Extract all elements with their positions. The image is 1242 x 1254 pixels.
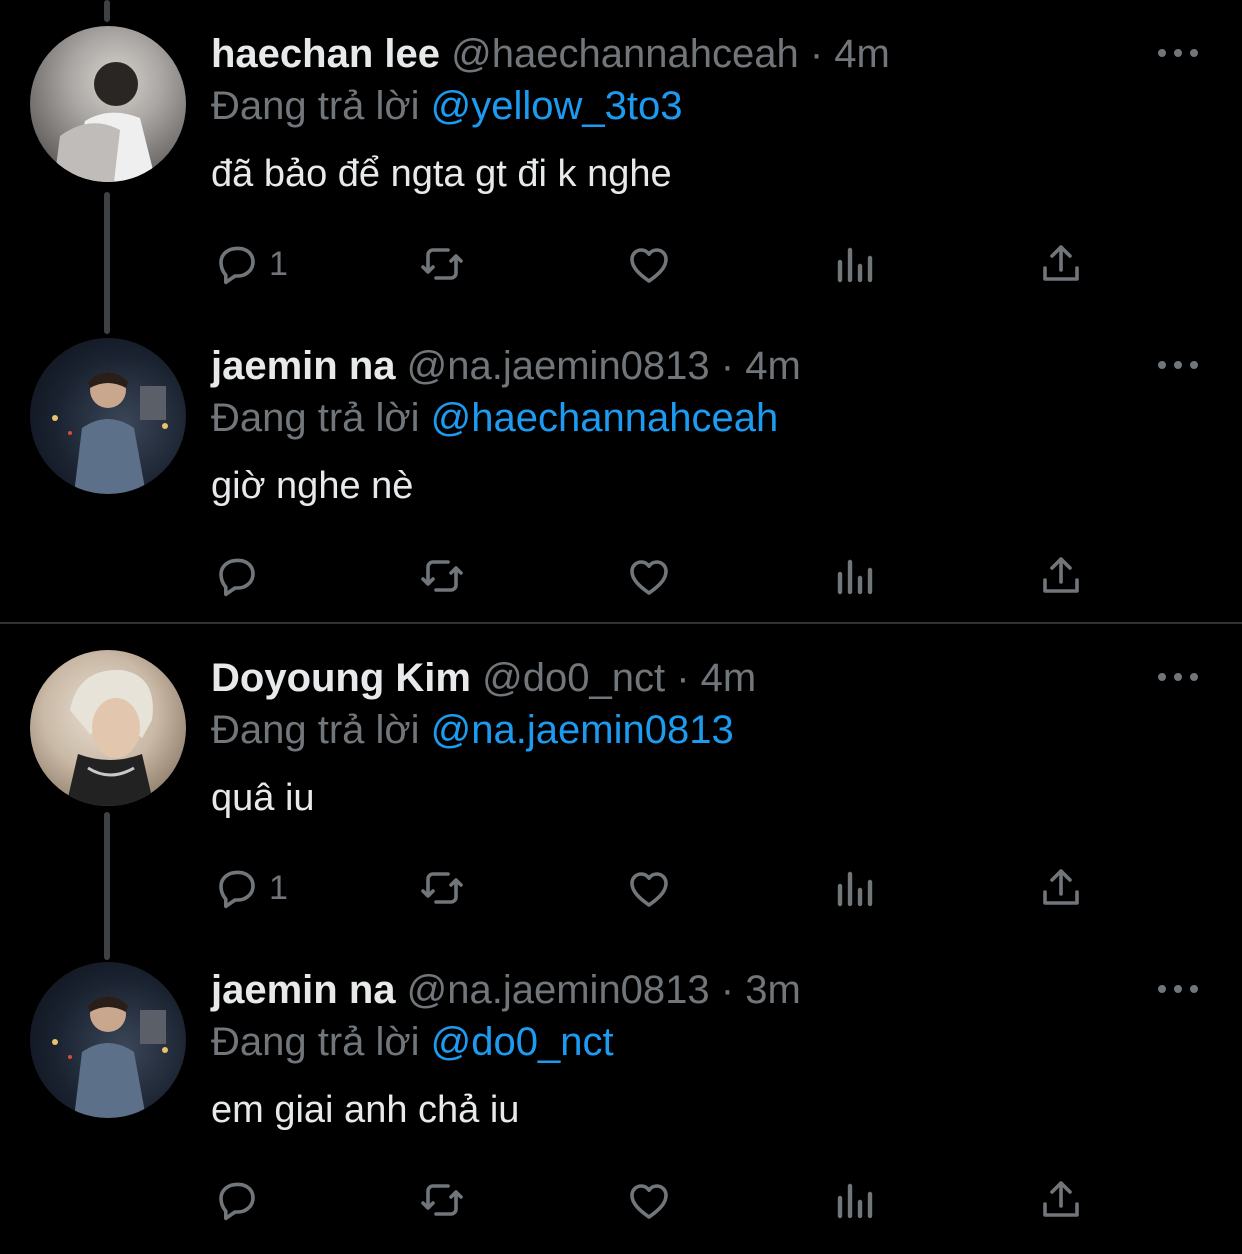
- more-icon[interactable]: [1158, 355, 1202, 375]
- reply-icon: [219, 558, 255, 597]
- reply-button[interactable]: [213, 1172, 269, 1228]
- tweet[interactable]: Doyoung Kim @do0_nct · 4m Đang trả lời @…: [0, 624, 1242, 944]
- views-icon: [837, 559, 873, 595]
- share-icon: [1043, 245, 1079, 281]
- share-icon: [1043, 1181, 1079, 1217]
- tweet-text: em giai anh chả iu: [211, 1089, 520, 1131]
- retweet-button[interactable]: [418, 860, 466, 916]
- reply-to-handle[interactable]: @yellow_3to3: [431, 84, 683, 128]
- views-icon: [837, 247, 873, 283]
- more-icon[interactable]: [1158, 979, 1202, 999]
- views-button[interactable]: [832, 1172, 880, 1228]
- reply-button[interactable]: 1: [213, 860, 288, 916]
- like-button[interactable]: [625, 548, 673, 604]
- more-icon[interactable]: [1158, 43, 1202, 63]
- replying-to-label: Đang trả lời: [211, 708, 420, 752]
- user-handle[interactable]: @do0_nct: [482, 656, 665, 700]
- user-handle[interactable]: @na.jaemin0813: [407, 344, 710, 388]
- share-button[interactable]: [1037, 548, 1085, 604]
- retweet-icon: [421, 872, 463, 904]
- heart-icon: [630, 872, 668, 907]
- share-icon: [1043, 869, 1079, 905]
- reply-count: 1: [269, 244, 288, 283]
- timestamp[interactable]: · 4m: [721, 344, 801, 388]
- reply-to-handle[interactable]: @haechannahceah: [431, 396, 779, 440]
- replying-to-label: Đang trả lời: [211, 1020, 420, 1064]
- timestamp[interactable]: · 4m: [676, 656, 756, 700]
- tweet-actions: 1: [0, 860, 1242, 920]
- reply-button[interactable]: 1: [213, 236, 288, 292]
- tweet-text: giờ nghe nè: [211, 465, 414, 507]
- views-button[interactable]: [832, 548, 880, 604]
- avatar[interactable]: [30, 338, 186, 494]
- tweet-actions: [0, 548, 1242, 608]
- tweet-text: đã bảo để ngta gt đi k nghe: [211, 153, 672, 195]
- display-name[interactable]: jaemin na: [211, 344, 396, 388]
- replying-to-label: Đang trả lời: [211, 396, 420, 440]
- user-handle[interactable]: @haechannahceah: [451, 32, 799, 76]
- avatar[interactable]: [30, 650, 186, 806]
- retweet-button[interactable]: [418, 548, 466, 604]
- views-button[interactable]: [832, 236, 880, 292]
- tweet-actions: 1: [0, 236, 1242, 296]
- display-name[interactable]: jaemin na: [211, 968, 396, 1012]
- display-name[interactable]: Doyoung Kim: [211, 656, 471, 700]
- reply-to-handle[interactable]: @na.jaemin0813: [431, 708, 734, 752]
- more-icon[interactable]: [1158, 667, 1202, 687]
- retweet-icon: [421, 1184, 463, 1216]
- retweet-button[interactable]: [418, 1172, 466, 1228]
- avatar[interactable]: [30, 26, 186, 182]
- like-button[interactable]: [625, 236, 673, 292]
- views-icon: [837, 871, 873, 907]
- timestamp[interactable]: · 4m: [810, 32, 890, 76]
- tweet-actions: [0, 1172, 1242, 1232]
- tweet[interactable]: jaemin na @na.jaemin0813 · 4m Đang trả l…: [0, 312, 1242, 622]
- views-button[interactable]: [832, 860, 880, 916]
- retweet-button[interactable]: [418, 236, 466, 292]
- timestamp[interactable]: · 3m: [721, 968, 801, 1012]
- share-button[interactable]: [1037, 860, 1085, 916]
- heart-icon: [630, 248, 668, 283]
- avatar[interactable]: [30, 962, 186, 1118]
- share-button[interactable]: [1037, 1172, 1085, 1228]
- display-name[interactable]: haechan lee: [211, 32, 440, 76]
- user-handle[interactable]: @na.jaemin0813: [407, 968, 710, 1012]
- tweet[interactable]: jaemin na @na.jaemin0813 · 3m Đang trả l…: [0, 936, 1242, 1254]
- heart-icon: [630, 1184, 668, 1219]
- share-icon: [1043, 557, 1079, 593]
- like-button[interactable]: [625, 860, 673, 916]
- reply-icon: [219, 1182, 255, 1221]
- heart-icon: [630, 560, 668, 595]
- replying-to-label: Đang trả lời: [211, 84, 420, 128]
- reply-to-handle[interactable]: @do0_nct: [431, 1020, 614, 1064]
- tweet[interactable]: haechan lee @haechannahceah · 4m Đang tr…: [0, 0, 1242, 320]
- share-button[interactable]: [1037, 236, 1085, 292]
- reply-button[interactable]: [213, 548, 269, 604]
- reply-icon: [219, 870, 255, 909]
- reply-icon: [219, 246, 255, 285]
- retweet-icon: [421, 560, 463, 592]
- tweet-text: quâ iu: [211, 777, 315, 819]
- reply-count: 1: [269, 868, 288, 907]
- retweet-icon: [421, 248, 463, 280]
- like-button[interactable]: [625, 1172, 673, 1228]
- views-icon: [837, 1183, 873, 1219]
